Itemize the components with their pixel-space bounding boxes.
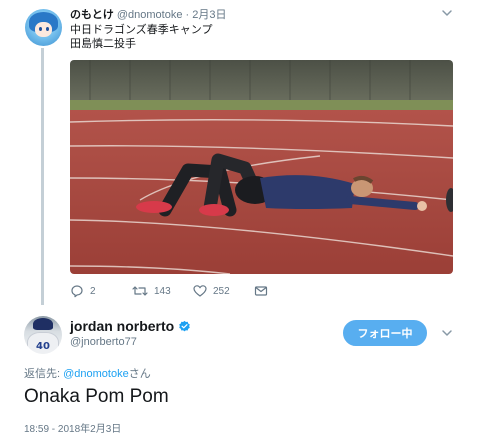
parent-tweet-actions: 2 143 252	[70, 283, 330, 299]
avatar-eye-left	[39, 27, 42, 31]
retweet-action[interactable]: 143	[132, 283, 171, 299]
chevron-down-icon[interactable]	[440, 6, 454, 20]
avatar-eye-right	[46, 27, 49, 31]
retweet-count: 143	[154, 285, 171, 297]
direct-message-action[interactable]	[254, 283, 268, 299]
tweet-photo[interactable]	[70, 60, 453, 274]
replying-to-prefix: 返信先:	[24, 368, 64, 380]
replying-to-line: 返信先: @dnomotokeさん	[24, 365, 151, 381]
like-count: 252	[213, 285, 230, 297]
parent-tweet-text-line2: 田島慎二投手	[70, 38, 136, 50]
mail-icon	[254, 286, 268, 296]
replying-to-mention[interactable]: @dnomotoke	[63, 368, 129, 380]
reply-action[interactable]: 2	[70, 283, 96, 299]
verified-badge-icon	[179, 320, 190, 331]
retweet-icon	[132, 286, 148, 296]
parent-handle[interactable]: @dnomotoke	[117, 9, 183, 21]
reply-handle[interactable]: @jnorberto77	[70, 336, 137, 348]
separator-dot: ·	[185, 9, 190, 21]
like-action[interactable]: 252	[193, 283, 230, 299]
parent-display-name[interactable]: のもとけ	[70, 9, 114, 21]
thread-connector-line	[41, 48, 44, 318]
reply-icon	[71, 285, 83, 298]
parent-tweet-text: 中日ドラゴンズ春季キャンプ 田島慎二投手	[70, 23, 212, 51]
avatar-jersey-number: 40	[36, 341, 50, 352]
photo-runner-lying-on-track-icon	[70, 60, 453, 274]
chevron-down-icon[interactable]	[440, 326, 454, 340]
heart-icon	[193, 285, 207, 297]
reply-tweet-text: Onaka Pom Pom	[24, 386, 169, 407]
reply-avatar[interactable]: 40	[24, 316, 62, 354]
replying-to-suffix: さん	[128, 368, 151, 380]
parent-timestamp[interactable]: 2月3日	[192, 9, 226, 21]
following-button[interactable]: フォロー中	[343, 320, 427, 346]
avatar-cap	[33, 318, 53, 330]
parent-tweet-header: のもとけ @dnomotoke · 2月3日	[70, 8, 226, 22]
reply-timestamp[interactable]: 18:59 - 2018年2月3日	[24, 420, 121, 435]
parent-tweet-text-line1: 中日ドラゴンズ春季キャンプ	[70, 24, 213, 36]
reply-count: 2	[90, 285, 96, 297]
reply-tweet[interactable]: 40 jordan norberto @jnorberto77 フォロー中 返信…	[0, 305, 480, 440]
reply-display-name[interactable]: jordan norberto	[70, 318, 174, 334]
avatar-face	[35, 22, 52, 37]
parent-tweet[interactable]: のもとけ @dnomotoke · 2月3日 中日ドラゴンズ春季キャンプ 田島慎…	[0, 0, 480, 318]
parent-avatar[interactable]	[25, 9, 62, 46]
reply-display-name-row: jordan norberto	[70, 318, 191, 334]
